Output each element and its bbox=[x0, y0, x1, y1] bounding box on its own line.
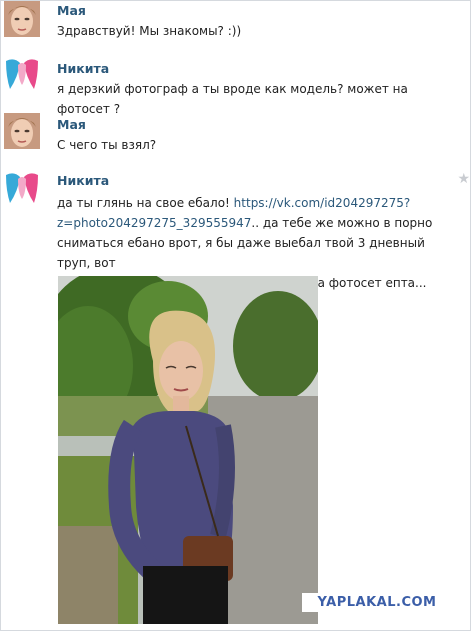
sender-name[interactable]: Мая bbox=[57, 3, 86, 18]
avatar-nikita[interactable] bbox=[4, 55, 40, 91]
message-text-part: .. да тебе же можно в порно bbox=[251, 216, 433, 230]
avatar-maya[interactable] bbox=[4, 113, 40, 149]
message-line-3: сниматься ебано врот, я бы даже выебал т… bbox=[57, 236, 425, 270]
message-text: Здравствуй! Мы знакомы? :)) bbox=[57, 24, 242, 38]
message-line-1: да ты глянь на свое ебало! https://vk.co… bbox=[57, 193, 457, 213]
sender-name[interactable]: Мая bbox=[57, 117, 86, 132]
sender-name[interactable]: Никита bbox=[57, 173, 109, 188]
watermark: YAPLAKAL.COM bbox=[302, 593, 452, 612]
photo-image bbox=[58, 276, 318, 624]
message-text-part: да ты глянь на свое ебало! bbox=[57, 196, 234, 210]
photo-link[interactable]: z=photo204297275_329555947 bbox=[57, 216, 251, 230]
star-icon[interactable]: ★ bbox=[457, 171, 470, 187]
message-line-2: z=photo204297275_329555947.. да тебе же … bbox=[57, 213, 457, 233]
message-2: Никита я дерзкий фотограф а ты вроде как… bbox=[1, 55, 471, 116]
photo-link[interactable]: https://vk.com/id204297275? bbox=[234, 196, 411, 210]
sender-name[interactable]: Никита bbox=[57, 61, 109, 76]
attached-photo[interactable] bbox=[58, 276, 318, 624]
message-3: Мая С чего ты взял? bbox=[1, 113, 471, 159]
message-text: С чего ты взял? bbox=[57, 138, 157, 152]
avatar-nikita[interactable] bbox=[4, 169, 40, 205]
avatar-maya[interactable] bbox=[4, 1, 40, 37]
message-1: Мая Здравствуй! Мы знакомы? :)) bbox=[1, 1, 471, 41]
